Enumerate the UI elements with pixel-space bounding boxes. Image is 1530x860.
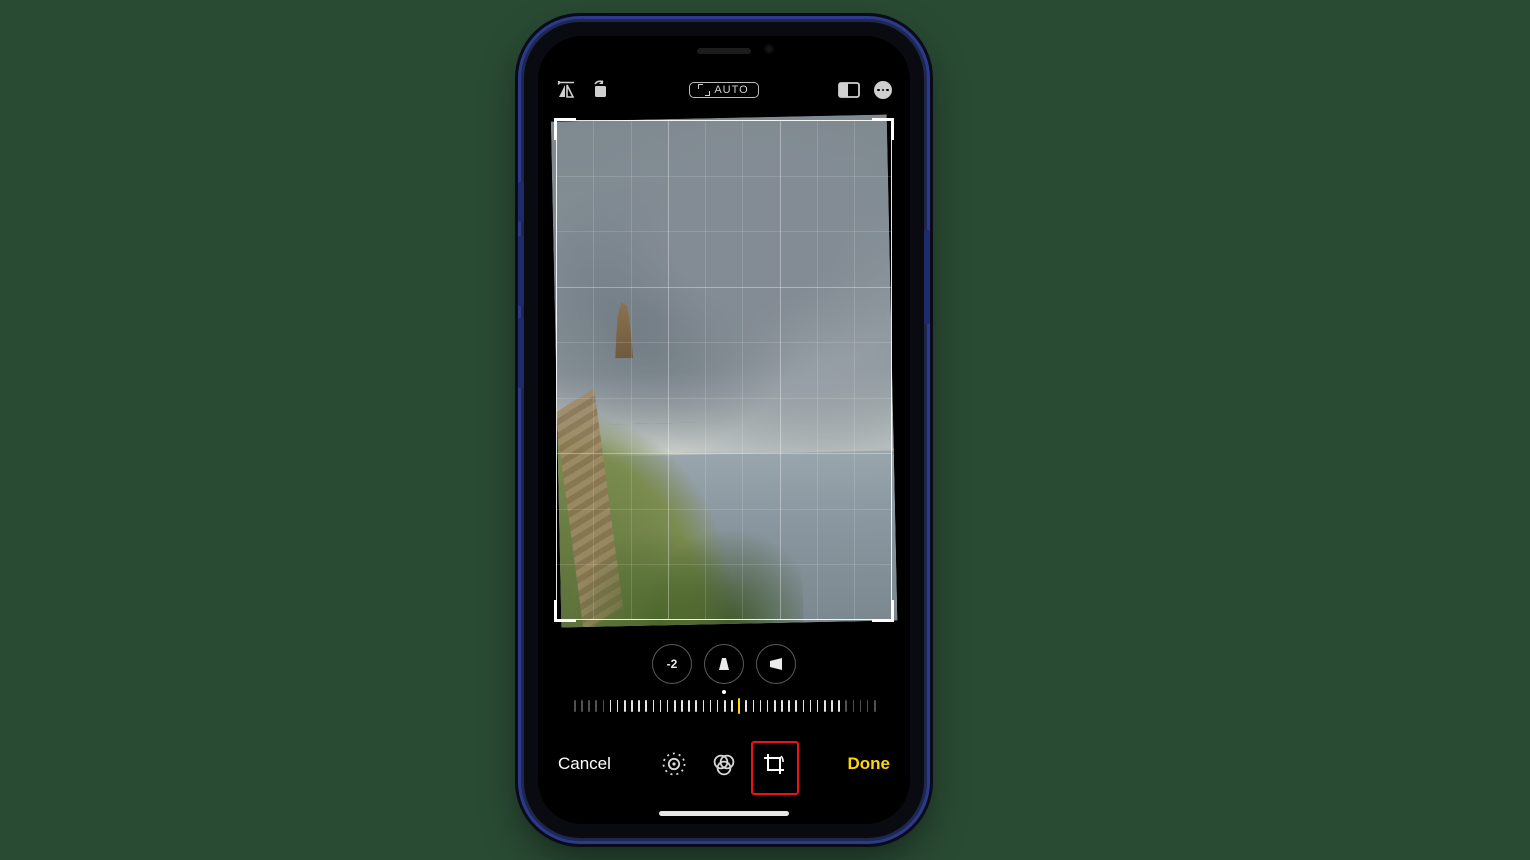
- straighten-controls: -2: [538, 644, 910, 684]
- aspect-ratio-icon[interactable]: [838, 82, 860, 98]
- toolbar-right-group: [838, 81, 892, 99]
- crop-handle-top-left[interactable]: [554, 118, 576, 140]
- crop-frame[interactable]: [556, 120, 892, 620]
- straighten-value-button[interactable]: -2: [652, 644, 692, 684]
- front-camera: [764, 44, 774, 54]
- auto-crop-button[interactable]: AUTO: [689, 82, 758, 98]
- volume-down-button: [518, 318, 524, 388]
- filters-tool-button[interactable]: [709, 749, 739, 779]
- crop-handle-top-right[interactable]: [872, 118, 894, 140]
- toolbar-left-group: [556, 80, 610, 100]
- crop-handle-bottom-left[interactable]: [554, 600, 576, 622]
- auto-label: AUTO: [714, 84, 748, 96]
- crop-brackets-icon: [699, 85, 709, 95]
- adjust-tool-button[interactable]: [659, 749, 689, 779]
- volume-up-button: [518, 236, 524, 306]
- perspective-horizontal-button[interactable]: [756, 644, 796, 684]
- straighten-value: -2: [667, 657, 678, 671]
- crop-handle-bottom-right[interactable]: [872, 600, 894, 622]
- crop-tool-button[interactable]: [759, 749, 789, 779]
- rotate-icon[interactable]: [590, 80, 610, 100]
- screen: AUTO: [538, 36, 910, 824]
- notch: [639, 36, 809, 66]
- flip-horizontal-icon[interactable]: [556, 81, 576, 99]
- home-indicator[interactable]: [659, 811, 789, 816]
- dial-ticks[interactable]: [574, 700, 874, 716]
- angle-dial[interactable]: [574, 690, 874, 722]
- cancel-button[interactable]: Cancel: [558, 754, 611, 774]
- iphone-device-frame: AUTO: [524, 22, 924, 838]
- perspective-vertical-button[interactable]: [704, 644, 744, 684]
- done-button[interactable]: Done: [848, 754, 891, 774]
- power-button: [924, 230, 930, 324]
- volume-mute-switch: [518, 182, 524, 222]
- crop-top-toolbar: AUTO: [538, 72, 910, 108]
- speaker-grill: [697, 48, 751, 54]
- dial-center-dot: [722, 690, 726, 694]
- more-icon[interactable]: [874, 81, 892, 99]
